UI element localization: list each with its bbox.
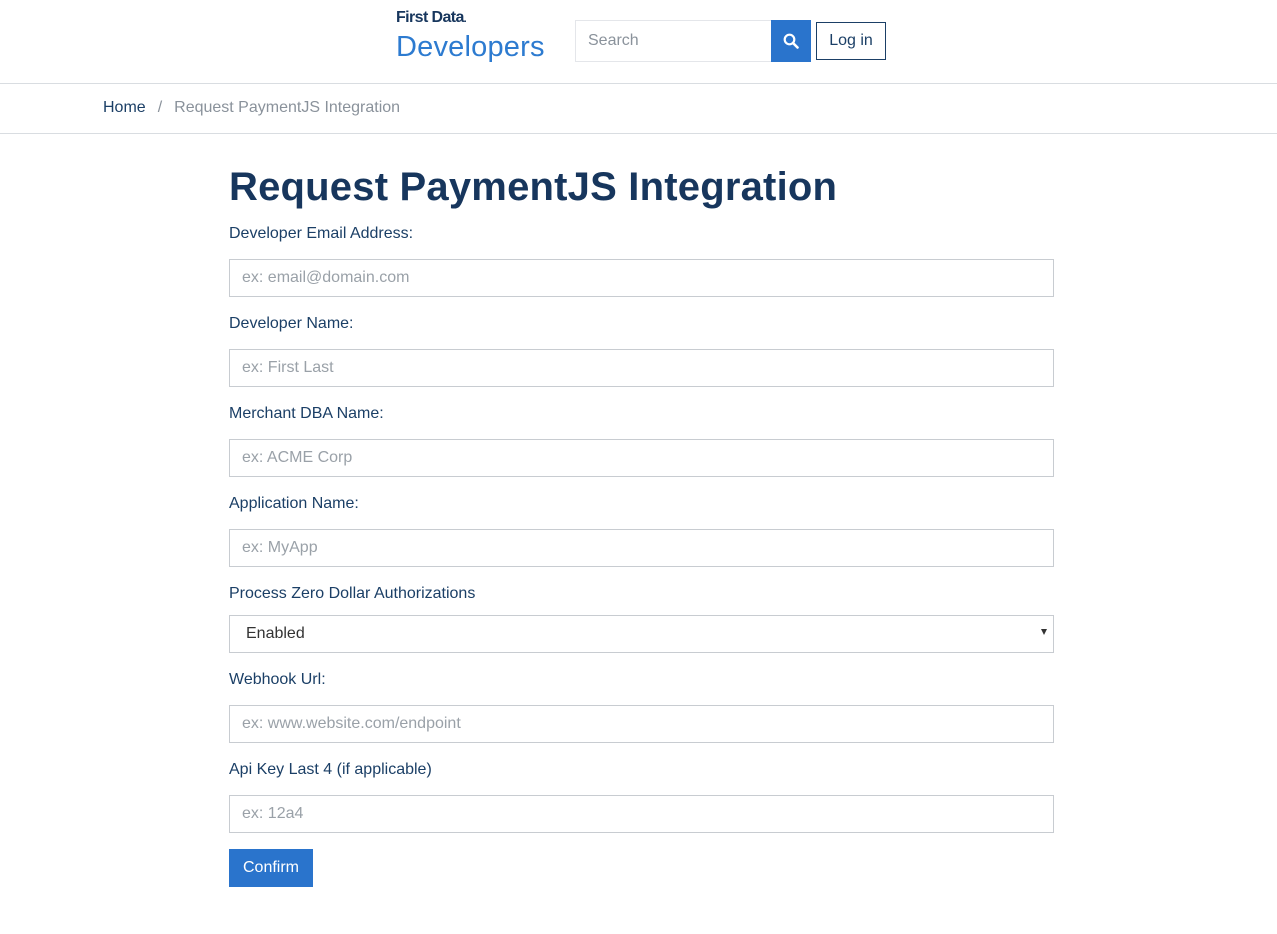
first-data-developers-logo[interactable]: First Data. Developers <box>396 9 545 64</box>
search-button[interactable] <box>771 20 811 62</box>
zero-dollar-selected-value: Enabled <box>246 625 305 642</box>
confirm-button[interactable]: Confirm <box>229 849 313 887</box>
email-label: Developer Email Address: <box>229 225 414 242</box>
login-button[interactable]: Log in <box>816 22 886 60</box>
breadcrumb-separator: / <box>157 99 163 116</box>
site-header: First Data. Developers Log in <box>0 0 1277 84</box>
logo-brand-text: First Data. <box>396 9 467 26</box>
logo-product-text: Developers <box>396 31 545 63</box>
application-name-label: Application Name: <box>229 495 359 512</box>
chevron-down-icon <box>1041 629 1047 635</box>
breadcrumb-current: Request PaymentJS Integration <box>174 99 401 116</box>
search-icon <box>783 33 799 49</box>
webhook-url-label: Webhook Url: <box>229 671 326 688</box>
developer-name-field[interactable] <box>229 349 1054 387</box>
page-title: Request PaymentJS Integration <box>229 165 838 209</box>
api-key-field[interactable] <box>229 795 1054 833</box>
zero-dollar-select[interactable]: Enabled <box>229 615 1054 653</box>
developer-name-label: Developer Name: <box>229 315 354 332</box>
email-field[interactable] <box>229 259 1054 297</box>
breadcrumb: Home / Request PaymentJS Integration <box>103 99 400 117</box>
breadcrumb-bar: Home / Request PaymentJS Integration <box>0 84 1277 134</box>
webhook-url-field[interactable] <box>229 705 1054 743</box>
merchant-dba-label: Merchant DBA Name: <box>229 405 384 422</box>
zero-dollar-label: Process Zero Dollar Authorizations <box>229 585 476 602</box>
api-key-label: Api Key Last 4 (if applicable) <box>229 761 432 778</box>
merchant-dba-field[interactable] <box>229 439 1054 477</box>
breadcrumb-home-link[interactable]: Home <box>103 99 146 117</box>
search-input[interactable] <box>575 20 771 62</box>
application-name-field[interactable] <box>229 529 1054 567</box>
